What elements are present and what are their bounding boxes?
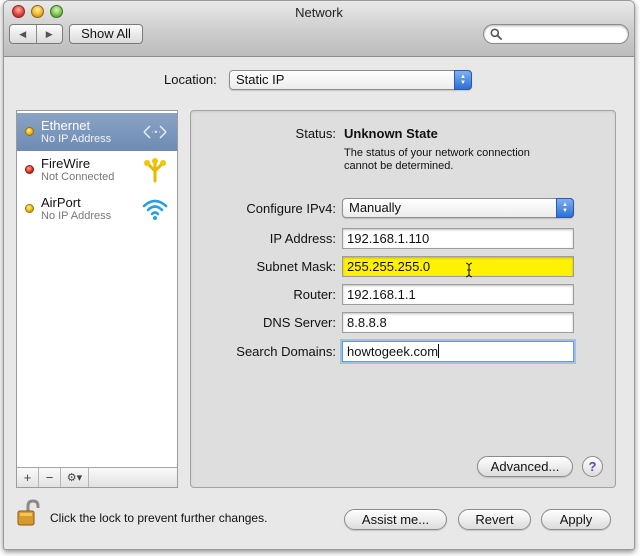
configure-ipv4-value: Manually <box>349 200 402 215</box>
service-list-toolbar: + − ⚙▾ <box>17 467 177 487</box>
service-item-firewire[interactable]: FireWire Not Connected <box>17 151 177 189</box>
service-name: FireWire <box>41 156 91 171</box>
configure-ipv4-label: Configure IPv4: <box>246 201 336 216</box>
lock-message: Click the lock to prevent further change… <box>50 511 268 525</box>
service-name: AirPort <box>41 195 81 210</box>
unlocked-padlock-icon[interactable] <box>16 499 42 527</box>
ethernet-icon: ·•· <box>143 125 167 139</box>
service-status: No IP Address <box>41 133 112 145</box>
airport-wifi-icon <box>142 199 168 220</box>
remove-service-button[interactable]: − <box>39 468 61 487</box>
configure-ipv4-popup[interactable]: Manually ▲ ▼ <box>342 198 574 218</box>
subnet-mask-field[interactable]: 255.255.255.0 <box>342 256 574 277</box>
text-cursor-icon <box>465 262 473 278</box>
show-all-button[interactable]: Show All <box>69 24 143 44</box>
location-popup[interactable]: Static IP ▲ ▼ <box>229 70 472 90</box>
advanced-button[interactable]: Advanced... <box>477 456 573 477</box>
status-indicator-yellow <box>25 127 34 136</box>
add-service-button[interactable]: + <box>17 468 39 487</box>
window-title: Network <box>295 5 343 20</box>
text-caret <box>438 344 440 358</box>
titlebar-toolbar: Network ◀ ▶ Show All <box>4 1 634 57</box>
status-indicator-red <box>25 165 34 174</box>
subnet-mask-label: Subnet Mask: <box>256 259 337 274</box>
location-value: Static IP <box>236 72 285 87</box>
popup-arrows-icon: ▲ ▼ <box>556 198 574 218</box>
help-button[interactable]: ? <box>582 456 603 477</box>
search-domains-value: howtogeek.com <box>347 344 439 359</box>
search-field[interactable] <box>483 24 629 44</box>
status-indicator-yellow <box>25 204 34 213</box>
firewire-icon <box>144 158 166 183</box>
router-label: Router: <box>293 287 336 302</box>
ip-address-label: IP Address: <box>269 231 336 246</box>
dns-server-field[interactable]: 8.8.8.8 <box>342 312 574 333</box>
status-label: Status: <box>295 126 336 141</box>
service-status: No IP Address <box>41 210 112 222</box>
search-domains-label: Search Domains: <box>236 344 336 359</box>
service-item-ethernet[interactable]: Ethernet No IP Address ·•· <box>17 113 177 151</box>
revert-button[interactable]: Revert <box>458 509 531 530</box>
assist-me-button[interactable]: Assist me... <box>344 509 447 530</box>
back-forward-control: ◀ ▶ <box>9 24 63 44</box>
apply-button[interactable]: Apply <box>541 509 611 530</box>
search-domains-field[interactable]: howtogeek.com <box>342 341 574 362</box>
ip-address-field[interactable]: 192.168.1.110 <box>342 228 574 249</box>
popup-arrows-icon: ▲ ▼ <box>454 70 472 90</box>
search-icon <box>490 28 502 40</box>
action-gear-button[interactable]: ⚙▾ <box>61 468 89 487</box>
back-button[interactable]: ◀ <box>10 25 37 43</box>
service-name: Ethernet <box>41 118 91 133</box>
router-field[interactable]: 192.168.1.1 <box>342 284 574 305</box>
svg-text:·•·: ·•· <box>151 128 161 137</box>
service-list: Ethernet No IP Address ·•· FireWire Not … <box>16 110 178 488</box>
status-value: Unknown State <box>344 126 438 141</box>
status-description: The status of your network connection ca… <box>344 147 530 172</box>
forward-button[interactable]: ▶ <box>37 25 63 43</box>
dns-server-label: DNS Server: <box>263 315 336 330</box>
location-label: Location: <box>164 72 217 87</box>
service-status: Not Connected <box>41 171 115 183</box>
service-item-airport[interactable]: AirPort No IP Address <box>17 190 177 228</box>
